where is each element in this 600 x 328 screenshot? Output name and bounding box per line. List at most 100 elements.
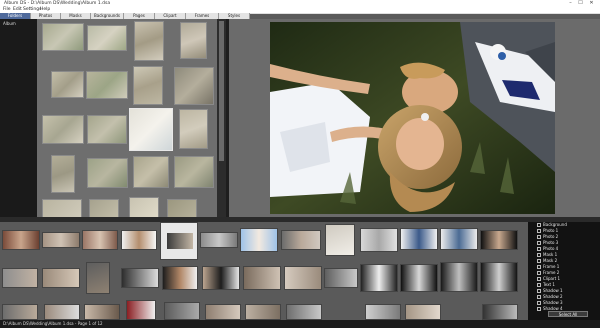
page-thumbnail[interactable] [440,262,478,292]
page-thumbnail[interactable] [202,266,240,290]
page-thumbnail[interactable] [480,230,518,250]
grid-thumbnail[interactable] [87,25,127,51]
page-thumbnail[interactable] [482,304,518,320]
page-thumbnail[interactable] [480,262,518,292]
grid-thumbnail[interactable] [42,199,82,217]
grid-thumbnail[interactable] [174,156,214,188]
grid-thumbnail[interactable] [42,23,84,51]
page-thumbnail[interactable] [84,304,120,320]
layer-label: Text 1 [543,282,555,287]
page-thumbnail[interactable] [281,230,321,250]
page-thumbnail[interactable] [325,224,355,256]
minimize-button[interactable]: – [566,0,575,7]
layer-label: Clipart 1 [543,276,561,281]
maximize-button[interactable]: ☐ [576,0,585,7]
grid-thumbnail[interactable] [134,21,164,61]
page-thumbnail[interactable] [82,230,118,250]
page-thumbnail[interactable] [42,268,80,288]
grid-thumbnail[interactable] [129,197,159,217]
grid-thumbnail[interactable] [86,71,128,99]
layer-label: Shadow 2 [543,294,563,299]
page-thumbnail[interactable] [360,228,398,252]
grid-thumbnail[interactable] [87,158,128,188]
grid-thumbnail-selected[interactable] [129,108,173,151]
page-thumbnail[interactable] [243,266,281,290]
layer-checkbox[interactable] [537,223,541,227]
folder-tree[interactable]: Album [0,19,37,217]
layer-label: Shadow 3 [543,300,563,305]
page-thumbnail-selected[interactable] [160,222,198,260]
page-thumbnail[interactable] [284,266,322,290]
status-text: D:\Album DS\Wedding\Album 1.dsa - Page 1… [3,321,103,326]
layer-label: Photo 1 [543,228,559,233]
page-thumbnail[interactable] [44,304,80,320]
layer-label: Mask 2 [543,258,558,263]
layer-checkbox[interactable] [537,235,541,239]
layer-checkbox[interactable] [537,277,541,281]
layer-label: Background [543,222,567,227]
photo-grid [37,19,217,217]
page-thumbnail[interactable] [286,304,322,320]
layer-label: Photo 4 [543,246,559,251]
layer-checkbox[interactable] [537,259,541,263]
grid-thumbnail[interactable] [174,67,214,105]
grid-thumbnail[interactable] [180,22,207,59]
grid-scrollbar[interactable] [217,19,226,217]
page-thumbnail[interactable] [126,300,156,320]
page-thumbnail[interactable] [162,266,198,290]
layer-checkbox[interactable] [537,295,541,299]
grid-thumbnail[interactable] [51,155,75,193]
layer-checkbox[interactable] [537,241,541,245]
window-title: Album DS - D:\Album DS\Wedding\Album 1.d… [4,1,111,6]
layer-label: Frame 2 [543,270,560,275]
page-thumbnail[interactable] [121,230,157,250]
preview-photo[interactable] [270,22,555,214]
grid-thumbnail[interactable] [179,109,208,149]
page-thumbnail[interactable] [200,232,238,248]
page-thumbnail[interactable] [400,228,438,250]
layer-label: Shadow 1 [543,288,563,293]
page-thumbnail[interactable] [400,264,438,292]
page-thumbnail[interactable] [2,268,38,288]
layer-label: Photo 2 [543,234,559,239]
page-thumbnail[interactable] [240,228,278,252]
layer-checkbox[interactable] [537,307,541,311]
layer-checkbox[interactable] [537,247,541,251]
grid-thumbnail[interactable] [51,71,84,98]
layer-checkbox[interactable] [537,271,541,275]
grid-thumbnail[interactable] [42,115,84,144]
layer-label: Mask 1 [543,252,558,257]
status-bar: D:\Album DS\Wedding\Album 1.dsa - Page 1… [0,320,600,328]
grid-thumbnail[interactable] [133,156,169,188]
layer-checkbox[interactable] [537,301,541,305]
wedding-couple-photo [270,22,555,214]
layer-checkbox[interactable] [537,289,541,293]
select-all-button[interactable]: Select All [548,311,588,317]
page-thumbnail[interactable] [121,268,159,288]
page-thumbnail[interactable] [2,230,40,250]
page-thumbnail[interactable] [405,304,441,320]
page-thumbnail[interactable] [245,304,281,320]
page-thumbnail[interactable] [324,268,358,288]
layer-checkbox[interactable] [537,265,541,269]
page-thumbnail[interactable] [86,262,110,294]
page-thumbnail[interactable] [42,232,80,248]
layer-checkbox[interactable] [537,283,541,287]
scrollbar-thumb[interactable] [219,21,224,161]
page-thumbnail[interactable] [205,304,241,320]
close-button[interactable]: ✕ [587,0,596,7]
layer-checkbox[interactable] [537,253,541,257]
page-thumbnail[interactable] [2,304,38,320]
layer-label: Frame 1 [543,264,560,269]
page-thumbnail[interactable] [360,264,398,292]
grid-thumbnail[interactable] [87,115,127,144]
grid-thumbnail[interactable] [133,66,163,105]
page-thumbnail[interactable] [440,228,478,250]
layer-checkbox[interactable] [537,229,541,233]
page-filmstrip [0,222,528,320]
page-thumbnail[interactable] [164,302,200,320]
page-thumbnail[interactable] [365,304,401,320]
grid-thumbnail[interactable] [167,199,197,217]
grid-thumbnail[interactable] [89,199,119,217]
tree-node-root[interactable]: Album [3,21,16,26]
